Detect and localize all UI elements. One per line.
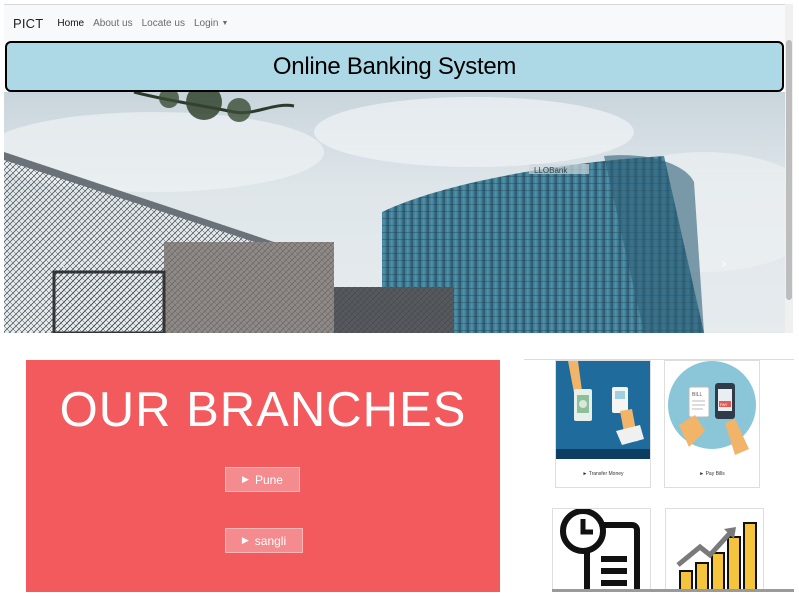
navbar-brand[interactable]: PICT (13, 16, 43, 31)
service-card-label: ► Pay Bills (699, 471, 725, 477)
nav-login-label: Login (193, 18, 219, 29)
play-icon: ▶ (242, 474, 249, 484)
svg-text:PAY: PAY (720, 402, 728, 407)
service-card-schedule[interactable] (552, 508, 651, 592)
service-card-growth[interactable] (665, 508, 764, 592)
page-header: Online Banking System (5, 41, 784, 92)
branches-panel: OUR BRANCHES ▶ Pune ▶ sangli (26, 360, 500, 592)
page-scrollbar[interactable] (785, 4, 793, 333)
branches-title: OUR BRANCHES (59, 383, 467, 437)
service-card-pay-bills[interactable]: BILL PAY ► Pay Bills (664, 360, 760, 488)
nav-home-link[interactable]: Home (57, 18, 84, 29)
carousel-prev-icon[interactable]: ‹ (60, 255, 65, 273)
growth-chart-icon (666, 509, 763, 591)
svg-text:LLOBank: LLOBank (534, 166, 568, 175)
hero-carousel: LLOBank (4, 92, 785, 333)
branch-pune-label: Pune (254, 472, 283, 487)
clock-document-icon (553, 509, 650, 591)
pay-bills-illustration: BILL PAY (665, 361, 759, 459)
branch-sangli-button[interactable]: ▶ sangli (225, 528, 303, 553)
divider (552, 589, 794, 592)
nav-locate-link[interactable]: Locate us (142, 18, 185, 29)
service-card-transfer-money[interactable]: ► Transfer Money (555, 360, 651, 488)
page-title: Online Banking System (272, 52, 517, 80)
nav-login-dropdown[interactable]: Login ▼ (194, 18, 228, 29)
service-card-label: ► Transfer Money (582, 471, 624, 477)
navbar: PICT Home About us Locate us Login ▼ (4, 4, 785, 42)
branch-pune-button[interactable]: ▶ Pune (225, 467, 300, 492)
nav-about-link[interactable]: About us (93, 18, 132, 29)
caret-down-icon: ▼ (221, 20, 229, 27)
money-transfer-illustration (556, 361, 650, 459)
scrollbar-thumb[interactable] (786, 40, 792, 300)
carousel-next-icon[interactable]: › (721, 255, 726, 273)
branch-sangli-label: sangli (254, 533, 287, 548)
play-icon: ▶ (241, 535, 249, 545)
svg-text:BILL: BILL (692, 392, 703, 398)
bank-building-photo: LLOBank (4, 92, 785, 333)
